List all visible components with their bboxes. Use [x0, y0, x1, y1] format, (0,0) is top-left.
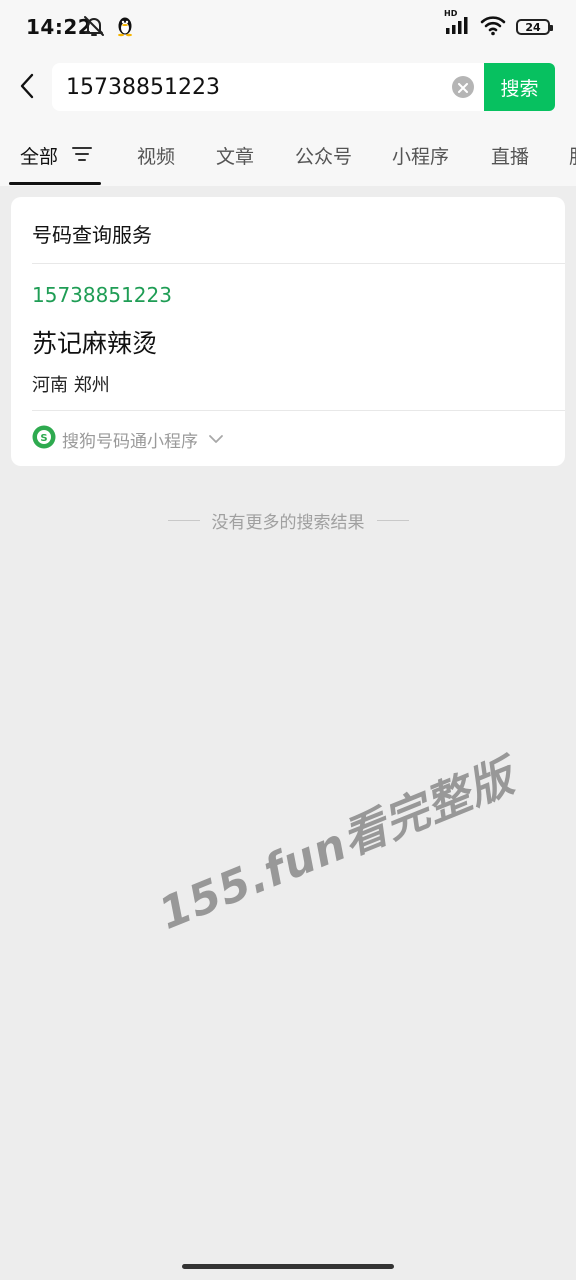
no-more-results-text: 没有更多的搜索结果 [211, 513, 365, 533]
card-title: 号码查询服务 [32, 223, 152, 247]
divider-line [167, 520, 200, 521]
tab-official-accounts[interactable]: 公众号 [295, 142, 352, 169]
tab-articles[interactable]: 文章 [216, 142, 254, 169]
home-indicator[interactable] [182, 1264, 394, 1269]
chevron-down-icon [208, 434, 224, 444]
close-icon [458, 78, 468, 97]
card-divider [32, 263, 565, 264]
phone-number[interactable]: 15738851223 [32, 283, 172, 307]
divider-line [376, 520, 409, 521]
filter-icon[interactable] [72, 146, 92, 166]
mini-program-source[interactable]: S 搜狗号码通小程序 [32, 425, 224, 453]
search-category-tabs: 全部 视频 文章 公众号 小程序 直播 服 [0, 126, 576, 186]
sogou-number-icon: S [32, 425, 56, 453]
business-location: 河南 郑州 [32, 375, 110, 396]
tab-live[interactable]: 直播 [491, 142, 529, 169]
qq-penguin-icon [116, 15, 134, 41]
status-bar: 14:22 HD 24 [0, 0, 576, 54]
tab-video[interactable]: 视频 [137, 142, 175, 169]
card-divider [32, 410, 565, 411]
search-input[interactable] [52, 64, 448, 110]
status-left-icons [82, 14, 134, 42]
no-more-results: 没有更多的搜索结果 [0, 508, 576, 533]
search-button[interactable]: 搜索 [484, 63, 555, 111]
business-name: 苏记麻辣烫 [32, 329, 158, 358]
clear-search-button[interactable] [452, 76, 474, 98]
tab-mini-programs[interactable]: 小程序 [392, 142, 449, 169]
battery-indicator: 24 [516, 19, 553, 35]
back-button[interactable] [12, 70, 42, 106]
tab-services[interactable]: 服 [569, 142, 576, 169]
signal-icon: HD [444, 9, 470, 40]
tab-all[interactable]: 全部 [20, 142, 58, 169]
battery-level: 24 [525, 20, 541, 34]
network-badge: HD [444, 9, 458, 18]
chevron-left-icon [19, 73, 35, 103]
status-right-icons: HD 24 [444, 9, 553, 40]
mini-program-name: 搜狗号码通小程序 [62, 431, 198, 452]
wifi-icon [480, 14, 506, 40]
search-box [52, 63, 484, 111]
bell-muted-icon [82, 14, 106, 42]
svg-text:S: S [40, 433, 47, 444]
result-card[interactable]: 号码查询服务 15738851223 苏记麻辣烫 河南 郑州 S 搜狗号码通小程… [11, 197, 565, 466]
active-tab-indicator [9, 182, 101, 185]
watermark: 155.fun看完整版 [152, 751, 522, 940]
